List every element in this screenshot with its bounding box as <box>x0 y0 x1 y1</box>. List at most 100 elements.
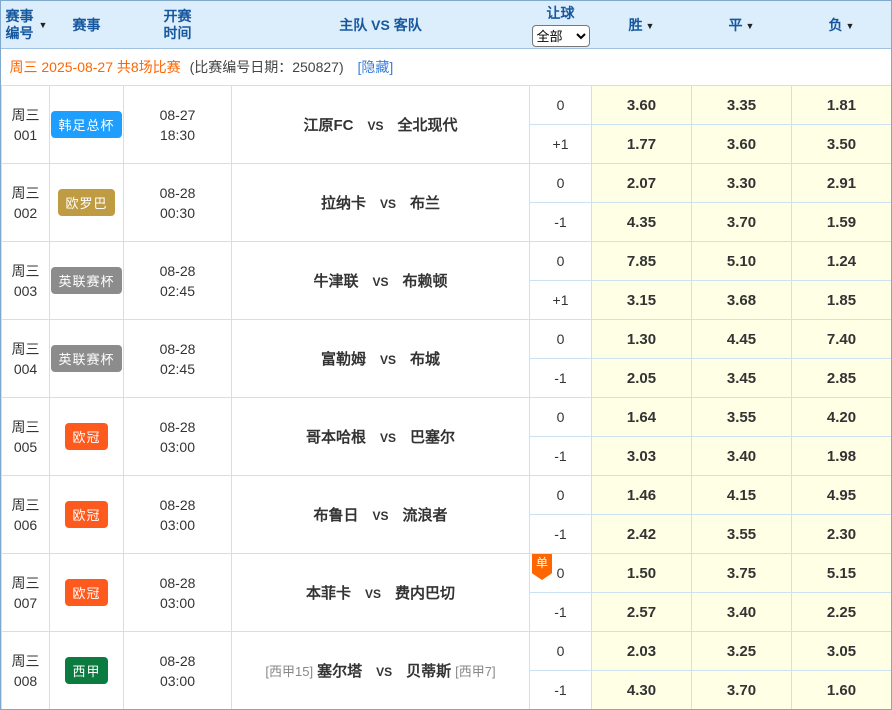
column-header-match-no[interactable]: 赛事编号▼ <box>2 2 50 49</box>
hide-link[interactable]: [隐藏] <box>358 59 394 75</box>
odds-cell-draw[interactable]: 3.60 <box>692 125 792 164</box>
competition-badge[interactable]: 英联赛杯 <box>51 345 121 372</box>
competition-badge[interactable]: 欧冠 <box>65 579 107 606</box>
odds-cell-draw[interactable]: 4.15 <box>692 476 792 515</box>
home-team[interactable]: 哥本哈根 <box>306 429 366 446</box>
odds-cell-lose[interactable]: 1.81 <box>792 86 892 125</box>
odds-cell-win[interactable]: 2.03 <box>592 632 692 671</box>
odds-cell-win[interactable]: 2.42 <box>592 515 692 554</box>
home-team[interactable]: 拉纳卡 <box>321 195 366 212</box>
handicap-cell: 0 <box>530 86 592 125</box>
odds-cell-lose[interactable]: 2.85 <box>792 359 892 398</box>
competition-badge[interactable]: 韩足总杯 <box>51 111 121 138</box>
odds-cell-lose[interactable]: 1.59 <box>792 203 892 242</box>
match-number-cell: 周三 007 <box>2 554 50 632</box>
odds-cell-lose[interactable]: 4.95 <box>792 476 892 515</box>
away-team[interactable]: 全北现代 <box>398 117 458 134</box>
odds-cell-draw[interactable]: 3.30 <box>692 164 792 203</box>
competition-badge[interactable]: 欧冠 <box>65 501 107 528</box>
odds-cell-lose[interactable]: 7.40 <box>792 320 892 359</box>
teams-cell[interactable]: 牛津联VS布赖顿 <box>232 242 530 320</box>
home-team[interactable]: 牛津联 <box>313 273 358 290</box>
odds-cell-win[interactable]: 1.77 <box>592 125 692 164</box>
match-number: 004 <box>2 359 49 379</box>
column-header-lose[interactable]: 负▼ <box>792 2 892 49</box>
odds-cell-draw[interactable]: 3.25 <box>692 632 792 671</box>
away-team[interactable]: 布城 <box>410 351 440 368</box>
start-time-cell: 08-28 02:45 <box>124 242 232 320</box>
away-team[interactable]: 布兰 <box>410 195 440 212</box>
odds-cell-win[interactable]: 1.64 <box>592 398 692 437</box>
odds-cell-lose[interactable]: 3.05 <box>792 632 892 671</box>
odds-cell-lose[interactable]: 1.85 <box>792 281 892 320</box>
odds-cell-draw[interactable]: 3.75 <box>692 554 792 593</box>
teams-cell[interactable]: 富勒姆VS布城 <box>232 320 530 398</box>
odds-cell-lose[interactable]: 1.60 <box>792 671 892 710</box>
odds-cell-win[interactable]: 2.05 <box>592 359 692 398</box>
odds-cell-lose[interactable]: 2.91 <box>792 164 892 203</box>
home-rank: [西甲15] <box>265 664 313 679</box>
odds-cell-win[interactable]: 4.30 <box>592 671 692 710</box>
column-header-draw[interactable]: 平▼ <box>692 2 792 49</box>
odds-cell-draw[interactable]: 3.55 <box>692 398 792 437</box>
teams-cell[interactable]: 本菲卡VS费内巴切 <box>232 554 530 632</box>
sort-arrow-icon[interactable]: ▼ <box>746 21 755 31</box>
odds-cell-draw[interactable]: 3.55 <box>692 515 792 554</box>
odds-cell-lose[interactable]: 5.15 <box>792 554 892 593</box>
match-number-cell: 周三 004 <box>2 320 50 398</box>
sort-arrow-icon[interactable]: ▼ <box>39 20 48 30</box>
teams-cell[interactable]: [西甲15]塞尔塔VS贝蒂斯[西甲7] <box>232 632 530 710</box>
odds-cell-draw[interactable]: 3.40 <box>692 437 792 476</box>
home-team[interactable]: 本菲卡 <box>306 585 351 602</box>
odds-cell-lose[interactable]: 1.98 <box>792 437 892 476</box>
match-number: 002 <box>2 203 49 223</box>
odds-cell-win[interactable]: 1.46 <box>592 476 692 515</box>
odds-cell-win[interactable]: 4.35 <box>592 203 692 242</box>
odds-cell-win[interactable]: 1.30 <box>592 320 692 359</box>
teams-cell[interactable]: 哥本哈根VS巴塞尔 <box>232 398 530 476</box>
teams-cell[interactable]: 拉纳卡VS布兰 <box>232 164 530 242</box>
home-team[interactable]: 富勒姆 <box>321 351 366 368</box>
competition-badge[interactable]: 欧罗巴 <box>58 189 114 216</box>
odds-cell-win[interactable]: 3.60 <box>592 86 692 125</box>
odds-cell-lose[interactable]: 2.25 <box>792 593 892 632</box>
odds-cell-win[interactable]: 1.50 <box>592 554 692 593</box>
odds-cell-draw[interactable]: 4.45 <box>692 320 792 359</box>
home-team[interactable]: 江原FC <box>303 117 353 134</box>
home-team[interactable]: 塞尔塔 <box>317 663 362 680</box>
handicap-value: +1 <box>553 292 569 308</box>
away-team[interactable]: 费内巴切 <box>395 585 455 602</box>
sort-arrow-icon[interactable]: ▼ <box>846 21 855 31</box>
odds-cell-draw[interactable]: 3.35 <box>692 86 792 125</box>
competition-badge[interactable]: 西甲 <box>65 657 107 684</box>
handicap-filter-select[interactable]: 全部 <box>532 25 590 47</box>
match-week: 周三 <box>2 651 49 671</box>
odds-cell-draw[interactable]: 3.68 <box>692 281 792 320</box>
odds-cell-draw[interactable]: 5.10 <box>692 242 792 281</box>
competition-badge[interactable]: 欧冠 <box>65 423 107 450</box>
odds-cell-draw[interactable]: 3.45 <box>692 359 792 398</box>
away-team[interactable]: 布赖顿 <box>403 273 448 290</box>
teams-cell[interactable]: 江原FCVS全北现代 <box>232 86 530 164</box>
odds-cell-lose[interactable]: 4.20 <box>792 398 892 437</box>
home-team[interactable]: 布鲁日 <box>313 507 358 524</box>
odds-cell-lose[interactable]: 1.24 <box>792 242 892 281</box>
odds-cell-win[interactable]: 3.15 <box>592 281 692 320</box>
teams-cell[interactable]: 布鲁日VS流浪者 <box>232 476 530 554</box>
odds-cell-lose[interactable]: 3.50 <box>792 125 892 164</box>
odds-cell-draw[interactable]: 3.40 <box>692 593 792 632</box>
away-team[interactable]: 流浪者 <box>403 507 448 524</box>
sort-arrow-icon[interactable]: ▼ <box>646 21 655 31</box>
odds-cell-win[interactable]: 3.03 <box>592 437 692 476</box>
odds-cell-draw[interactable]: 3.70 <box>692 203 792 242</box>
competition-badge[interactable]: 英联赛杯 <box>51 267 121 294</box>
odds-cell-win[interactable]: 2.57 <box>592 593 692 632</box>
column-header-win[interactable]: 胜▼ <box>592 2 692 49</box>
odds-cell-draw[interactable]: 3.70 <box>692 671 792 710</box>
odds-cell-win[interactable]: 7.85 <box>592 242 692 281</box>
odds-cell-lose[interactable]: 2.30 <box>792 515 892 554</box>
away-team[interactable]: 巴塞尔 <box>410 429 455 446</box>
away-team[interactable]: 贝蒂斯 <box>406 663 451 680</box>
match-number: 003 <box>2 281 49 301</box>
odds-cell-win[interactable]: 2.07 <box>592 164 692 203</box>
